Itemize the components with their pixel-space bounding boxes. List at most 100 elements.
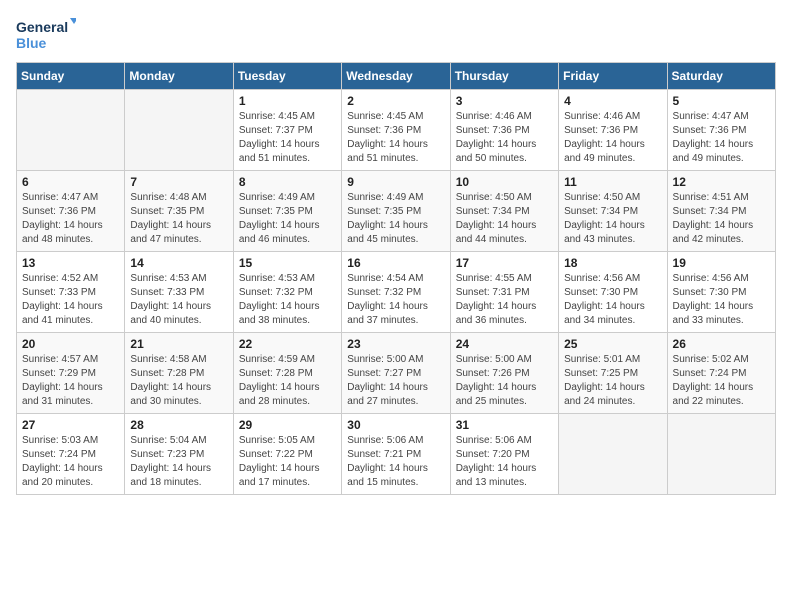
week-row-4: 20 Sunrise: 4:57 AM Sunset: 7:29 PM Dayli… bbox=[17, 333, 776, 414]
day-number: 6 bbox=[22, 175, 119, 189]
day-info: Sunrise: 4:55 AM Sunset: 7:31 PM Dayligh… bbox=[456, 272, 553, 328]
week-row-3: 13Sunrise: 4:52 AM Sunset: 7:33 PM Dayli… bbox=[17, 252, 776, 333]
day-number: 30 bbox=[347, 418, 444, 432]
calendar-cell: 31 Sunrise: 5:06 AM Sunset: 7:20 PM Dayli… bbox=[450, 414, 558, 495]
calendar-cell: 30 Sunrise: 5:06 AM Sunset: 7:21 PM Dayli… bbox=[342, 414, 450, 495]
day-info: Sunrise: 4:58 AM Sunset: 7:28 PM Dayligh… bbox=[130, 353, 227, 409]
day-info: Sunrise: 4:50 AM Sunset: 7:34 PM Dayligh… bbox=[564, 191, 661, 247]
calendar-cell: 4Sunrise: 4:46 AM Sunset: 7:36 PM Daylig… bbox=[559, 90, 667, 171]
day-number: 19 bbox=[673, 256, 770, 270]
day-number: 10 bbox=[456, 175, 553, 189]
day-number: 15 bbox=[239, 256, 336, 270]
calendar-cell: 13Sunrise: 4:52 AM Sunset: 7:33 PM Dayli… bbox=[17, 252, 125, 333]
calendar-cell bbox=[667, 414, 775, 495]
day-number: 21 bbox=[130, 337, 227, 351]
calendar-cell: 23 Sunrise: 5:00 AM Sunset: 7:27 PM Dayli… bbox=[342, 333, 450, 414]
weekday-header-saturday: Saturday bbox=[667, 63, 775, 90]
day-number: 7 bbox=[130, 175, 227, 189]
calendar-cell: 26 Sunrise: 5:02 AM Sunset: 7:24 PM Dayli… bbox=[667, 333, 775, 414]
svg-text:General: General bbox=[16, 19, 68, 35]
day-number: 22 bbox=[239, 337, 336, 351]
day-info: Sunrise: 4:57 AM Sunset: 7:29 PM Dayligh… bbox=[22, 353, 119, 409]
day-number: 9 bbox=[347, 175, 444, 189]
day-info: Sunrise: 4:56 AM Sunset: 7:30 PM Dayligh… bbox=[673, 272, 770, 328]
day-info: Sunrise: 4:48 AM Sunset: 7:35 PM Dayligh… bbox=[130, 191, 227, 247]
calendar-cell bbox=[559, 414, 667, 495]
day-number: 8 bbox=[239, 175, 336, 189]
calendar-cell bbox=[17, 90, 125, 171]
calendar-cell: 27 Sunrise: 5:03 AM Sunset: 7:24 PM Dayli… bbox=[17, 414, 125, 495]
calendar-cell: 17 Sunrise: 4:55 AM Sunset: 7:31 PM Dayli… bbox=[450, 252, 558, 333]
week-row-2: 6 Sunrise: 4:47 AM Sunset: 7:36 PM Daylig… bbox=[17, 171, 776, 252]
calendar-cell: 11 Sunrise: 4:50 AM Sunset: 7:34 PM Dayli… bbox=[559, 171, 667, 252]
calendar-cell: 1 Sunrise: 4:45 AM Sunset: 7:37 PM Daylig… bbox=[233, 90, 341, 171]
day-number: 18 bbox=[564, 256, 661, 270]
logo-svg: General Blue bbox=[16, 16, 76, 54]
day-info: Sunrise: 5:06 AM Sunset: 7:21 PM Dayligh… bbox=[347, 434, 444, 490]
calendar-cell: 15 Sunrise: 4:53 AM Sunset: 7:32 PM Dayli… bbox=[233, 252, 341, 333]
day-number: 23 bbox=[347, 337, 444, 351]
weekday-header-thursday: Thursday bbox=[450, 63, 558, 90]
calendar-cell bbox=[125, 90, 233, 171]
week-row-1: 1 Sunrise: 4:45 AM Sunset: 7:37 PM Daylig… bbox=[17, 90, 776, 171]
day-info: Sunrise: 4:45 AM Sunset: 7:37 PM Dayligh… bbox=[239, 110, 336, 166]
day-info: Sunrise: 5:06 AM Sunset: 7:20 PM Dayligh… bbox=[456, 434, 553, 490]
day-number: 5 bbox=[673, 94, 770, 108]
day-number: 12 bbox=[673, 175, 770, 189]
calendar-cell: 16 Sunrise: 4:54 AM Sunset: 7:32 PM Dayli… bbox=[342, 252, 450, 333]
day-info: Sunrise: 5:05 AM Sunset: 7:22 PM Dayligh… bbox=[239, 434, 336, 490]
svg-text:Blue: Blue bbox=[16, 35, 47, 51]
day-number: 26 bbox=[673, 337, 770, 351]
calendar-cell: 14Sunrise: 4:53 AM Sunset: 7:33 PM Dayli… bbox=[125, 252, 233, 333]
day-number: 16 bbox=[347, 256, 444, 270]
day-info: Sunrise: 5:04 AM Sunset: 7:23 PM Dayligh… bbox=[130, 434, 227, 490]
calendar-cell: 8 Sunrise: 4:49 AM Sunset: 7:35 PM Daylig… bbox=[233, 171, 341, 252]
day-number: 17 bbox=[456, 256, 553, 270]
day-number: 11 bbox=[564, 175, 661, 189]
day-number: 27 bbox=[22, 418, 119, 432]
day-info: Sunrise: 5:01 AM Sunset: 7:25 PM Dayligh… bbox=[564, 353, 661, 409]
day-info: Sunrise: 4:52 AM Sunset: 7:33 PM Dayligh… bbox=[22, 272, 119, 328]
weekday-header-friday: Friday bbox=[559, 63, 667, 90]
day-info: Sunrise: 4:56 AM Sunset: 7:30 PM Dayligh… bbox=[564, 272, 661, 328]
calendar-cell: 3 Sunrise: 4:46 AM Sunset: 7:36 PM Daylig… bbox=[450, 90, 558, 171]
calendar-table: SundayMondayTuesdayWednesdayThursdayFrid… bbox=[16, 62, 776, 495]
day-info: Sunrise: 4:46 AM Sunset: 7:36 PM Dayligh… bbox=[456, 110, 553, 166]
day-number: 3 bbox=[456, 94, 553, 108]
calendar-cell: 28 Sunrise: 5:04 AM Sunset: 7:23 PM Dayli… bbox=[125, 414, 233, 495]
calendar-cell: 29 Sunrise: 5:05 AM Sunset: 7:22 PM Dayli… bbox=[233, 414, 341, 495]
logo: General Blue bbox=[16, 16, 76, 54]
day-info: Sunrise: 4:45 AM Sunset: 7:36 PM Dayligh… bbox=[347, 110, 444, 166]
day-info: Sunrise: 4:49 AM Sunset: 7:35 PM Dayligh… bbox=[239, 191, 336, 247]
day-info: Sunrise: 4:53 AM Sunset: 7:32 PM Dayligh… bbox=[239, 272, 336, 328]
calendar-cell: 9 Sunrise: 4:49 AM Sunset: 7:35 PM Daylig… bbox=[342, 171, 450, 252]
calendar-cell: 6 Sunrise: 4:47 AM Sunset: 7:36 PM Daylig… bbox=[17, 171, 125, 252]
calendar-cell: 18 Sunrise: 4:56 AM Sunset: 7:30 PM Dayli… bbox=[559, 252, 667, 333]
day-number: 31 bbox=[456, 418, 553, 432]
calendar-cell: 25Sunrise: 5:01 AM Sunset: 7:25 PM Dayli… bbox=[559, 333, 667, 414]
week-row-5: 27 Sunrise: 5:03 AM Sunset: 7:24 PM Dayli… bbox=[17, 414, 776, 495]
day-number: 20 bbox=[22, 337, 119, 351]
day-info: Sunrise: 4:54 AM Sunset: 7:32 PM Dayligh… bbox=[347, 272, 444, 328]
day-info: Sunrise: 4:50 AM Sunset: 7:34 PM Dayligh… bbox=[456, 191, 553, 247]
day-info: Sunrise: 5:00 AM Sunset: 7:27 PM Dayligh… bbox=[347, 353, 444, 409]
weekday-header-sunday: Sunday bbox=[17, 63, 125, 90]
day-info: Sunrise: 4:59 AM Sunset: 7:28 PM Dayligh… bbox=[239, 353, 336, 409]
day-number: 28 bbox=[130, 418, 227, 432]
calendar-cell: 7 Sunrise: 4:48 AM Sunset: 7:35 PM Daylig… bbox=[125, 171, 233, 252]
day-info: Sunrise: 4:47 AM Sunset: 7:36 PM Dayligh… bbox=[22, 191, 119, 247]
day-number: 29 bbox=[239, 418, 336, 432]
weekday-header-row: SundayMondayTuesdayWednesdayThursdayFrid… bbox=[17, 63, 776, 90]
day-info: Sunrise: 5:03 AM Sunset: 7:24 PM Dayligh… bbox=[22, 434, 119, 490]
calendar-cell: 10 Sunrise: 4:50 AM Sunset: 7:34 PM Dayli… bbox=[450, 171, 558, 252]
day-info: Sunrise: 4:47 AM Sunset: 7:36 PM Dayligh… bbox=[673, 110, 770, 166]
day-info: Sunrise: 4:49 AM Sunset: 7:35 PM Dayligh… bbox=[347, 191, 444, 247]
day-info: Sunrise: 5:02 AM Sunset: 7:24 PM Dayligh… bbox=[673, 353, 770, 409]
calendar-cell: 19 Sunrise: 4:56 AM Sunset: 7:30 PM Dayli… bbox=[667, 252, 775, 333]
day-number: 2 bbox=[347, 94, 444, 108]
calendar-cell: 5 Sunrise: 4:47 AM Sunset: 7:36 PM Daylig… bbox=[667, 90, 775, 171]
calendar-cell: 20 Sunrise: 4:57 AM Sunset: 7:29 PM Dayli… bbox=[17, 333, 125, 414]
calendar-cell: 24Sunrise: 5:00 AM Sunset: 7:26 PM Dayli… bbox=[450, 333, 558, 414]
calendar-cell: 12Sunrise: 4:51 AM Sunset: 7:34 PM Dayli… bbox=[667, 171, 775, 252]
day-number: 1 bbox=[239, 94, 336, 108]
